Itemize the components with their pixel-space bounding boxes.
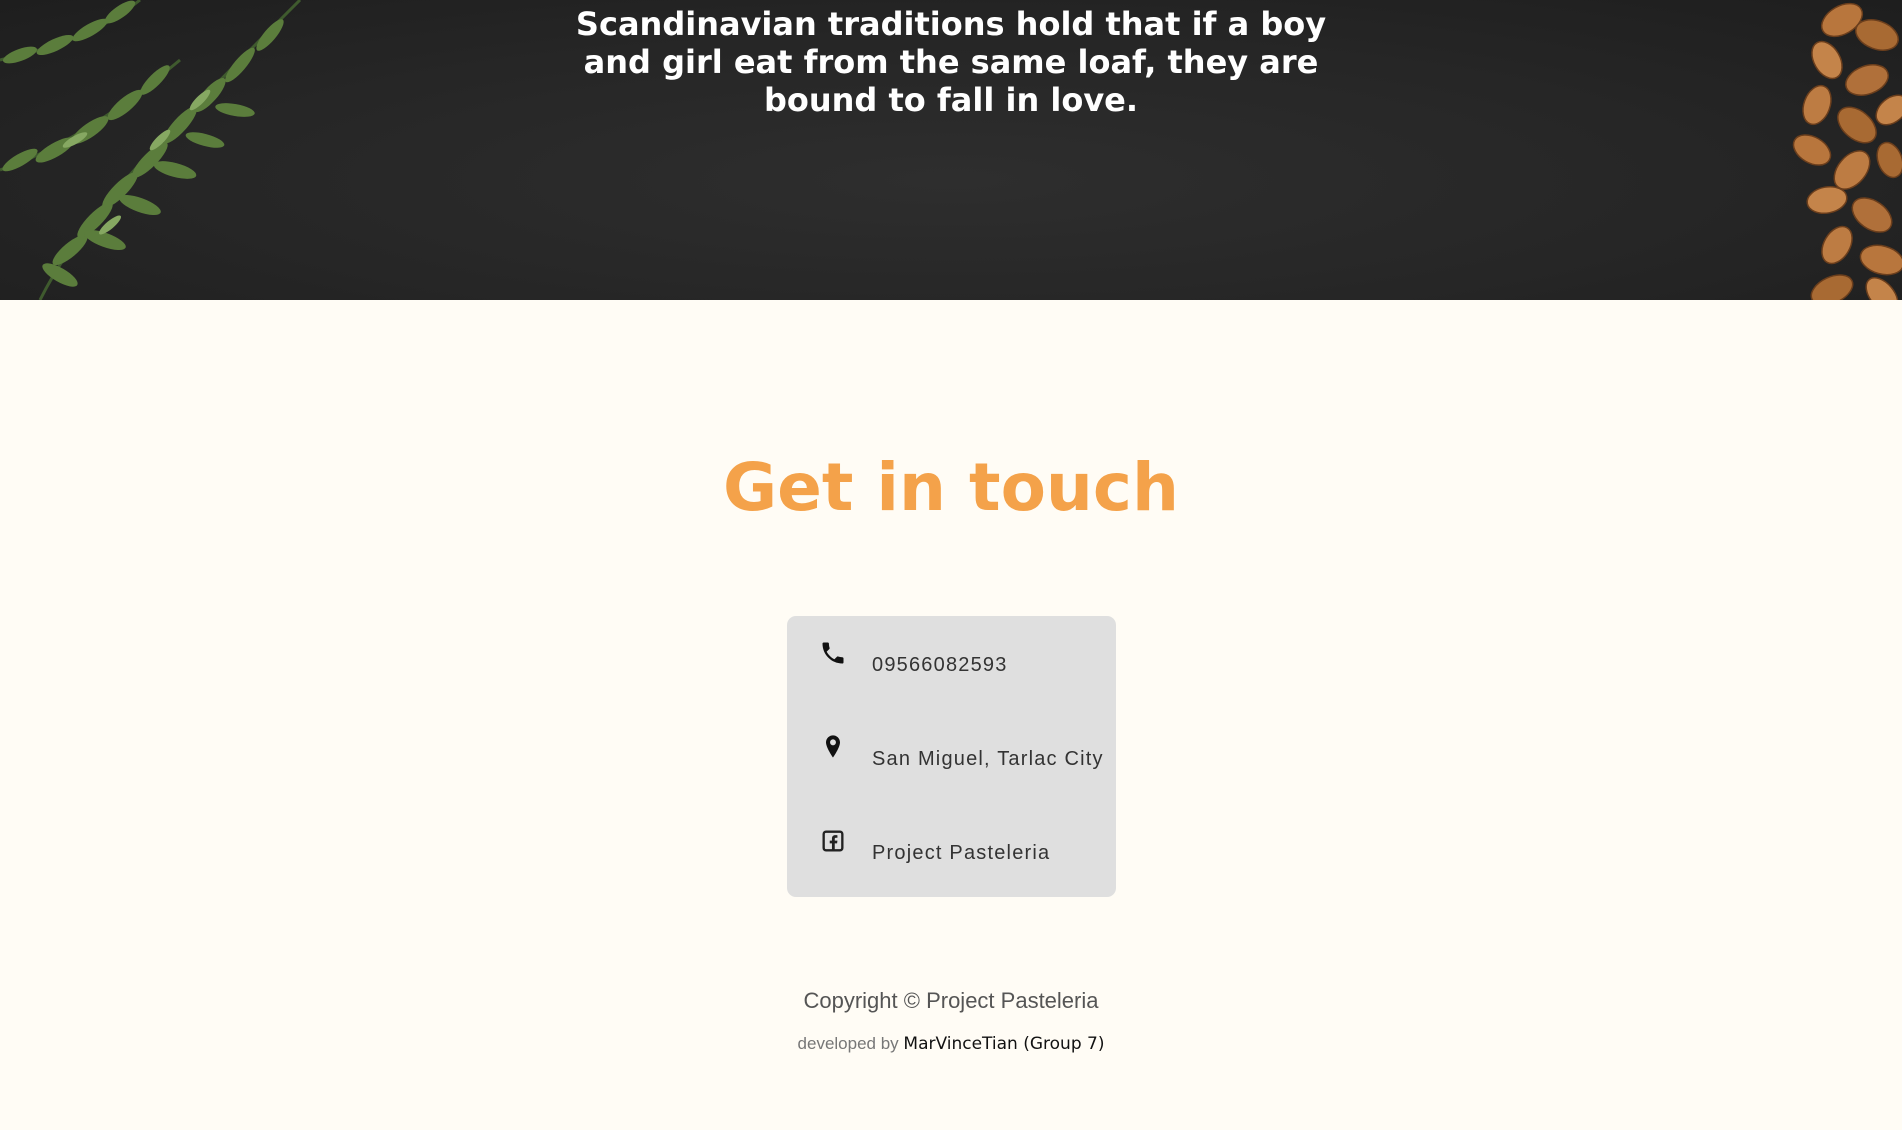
- developer-link[interactable]: MarVinceTian (Group 7): [903, 1034, 1104, 1054]
- developer-credit: developed by MarVinceTian (Group 7): [0, 1034, 1902, 1054]
- contact-title: Get in touch: [722, 449, 1180, 526]
- developed-by-label: developed by: [797, 1034, 899, 1053]
- phone-icon: [822, 642, 844, 664]
- contact-card: 09566082593 San Miguel, Tarlac City Proj…: [787, 616, 1116, 897]
- contact-address-text: San Miguel, Tarlac City: [872, 748, 1104, 770]
- contact-item-facebook[interactable]: Project Pasteleria: [787, 826, 1116, 866]
- hero-quote: Scandinavian traditions hold that if a b…: [575, 5, 1327, 119]
- contact-section: Get in touch 09566082593 San Miguel, Tar…: [0, 300, 1902, 1130]
- contact-facebook-text: Project Pasteleria: [872, 842, 1051, 864]
- fern-leaves-decoration: [0, 0, 302, 300]
- contact-phone-text: 09566082593: [872, 654, 1008, 676]
- hero-banner: Scandinavian traditions hold that if a b…: [0, 0, 1902, 300]
- contact-item-address[interactable]: San Miguel, Tarlac City: [787, 732, 1116, 772]
- almonds-decoration: [1792, 2, 1902, 300]
- map-pin-icon: [826, 735, 840, 758]
- copyright-text: Copyright © Project Pasteleria: [803, 988, 1099, 1013]
- facebook-icon: [822, 830, 844, 852]
- contact-item-phone[interactable]: 09566082593: [787, 638, 1116, 678]
